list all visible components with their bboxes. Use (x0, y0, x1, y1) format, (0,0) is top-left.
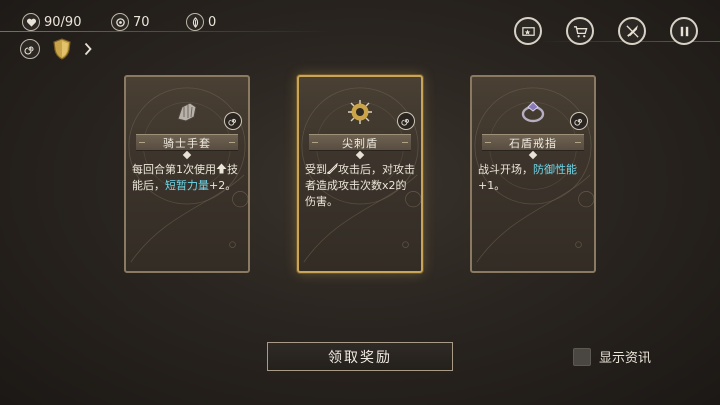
reward-card-knight-gloves[interactable]: 骑士手套 每回合第1次使用 技能后，短暂力量+2。 (124, 75, 250, 273)
heart-icon (22, 13, 40, 31)
card-title: 尖刺盾 (309, 134, 411, 151)
pause-icon (680, 26, 688, 36)
card-deck-icon (521, 26, 535, 36)
spiral-icon (397, 112, 415, 130)
hp-value: 90/90 (44, 14, 82, 30)
card-title: 石盾戒指 (482, 134, 584, 151)
coins-value: 70 (133, 14, 150, 30)
reward-card-spiked-shield[interactable]: 尖刺盾 受到 攻击后，对攻击者造成攻击次数x2的伤害。 (297, 75, 423, 273)
essence-stat: 0 (186, 12, 216, 32)
status-row (20, 38, 92, 60)
coin-icon (111, 13, 129, 31)
reward-card-stone-shield-ring[interactable]: 石盾戒指 战斗开场，防御性能+1。 (470, 75, 596, 273)
ring-icon (521, 101, 545, 123)
spiral-icon (570, 112, 588, 130)
battle-toggle-button[interactable] (618, 17, 646, 45)
top-menu (514, 17, 698, 45)
shield-icon[interactable] (52, 38, 72, 60)
essence-value: 0 (208, 14, 217, 30)
card-description: 受到 攻击后，对攻击者造成攻击次数x2的伤害。 (305, 163, 415, 208)
no-sword-icon (625, 24, 639, 38)
essence-icon (186, 13, 204, 31)
gauntlet-icon (177, 102, 197, 122)
sword-icon (327, 163, 338, 174)
pause-button[interactable] (670, 17, 698, 45)
claim-reward-button[interactable]: 领取奖励 (267, 342, 453, 371)
spiral-icon (224, 112, 242, 130)
shop-button[interactable] (566, 17, 594, 45)
spiked-shield-icon (348, 100, 372, 124)
show-info-checkbox[interactable] (573, 347, 591, 366)
spiral-icon[interactable] (20, 39, 40, 59)
cart-icon (573, 25, 587, 37)
hp-stat: 90/90 (22, 12, 81, 32)
show-info-label: 显示资讯 (599, 351, 652, 366)
card-description: 战斗开场，防御性能+1。 (478, 163, 577, 192)
chevron-right-icon[interactable] (84, 42, 92, 56)
deck-button[interactable] (514, 17, 542, 45)
card-title: 骑士手套 (136, 134, 238, 151)
coins-stat: 70 (111, 12, 150, 32)
show-info-toggle[interactable]: 显示资讯 (573, 347, 651, 366)
arrow-up-icon (216, 163, 227, 174)
card-description: 每回合第1次使用 技能后，短暂力量+2。 (132, 163, 238, 192)
